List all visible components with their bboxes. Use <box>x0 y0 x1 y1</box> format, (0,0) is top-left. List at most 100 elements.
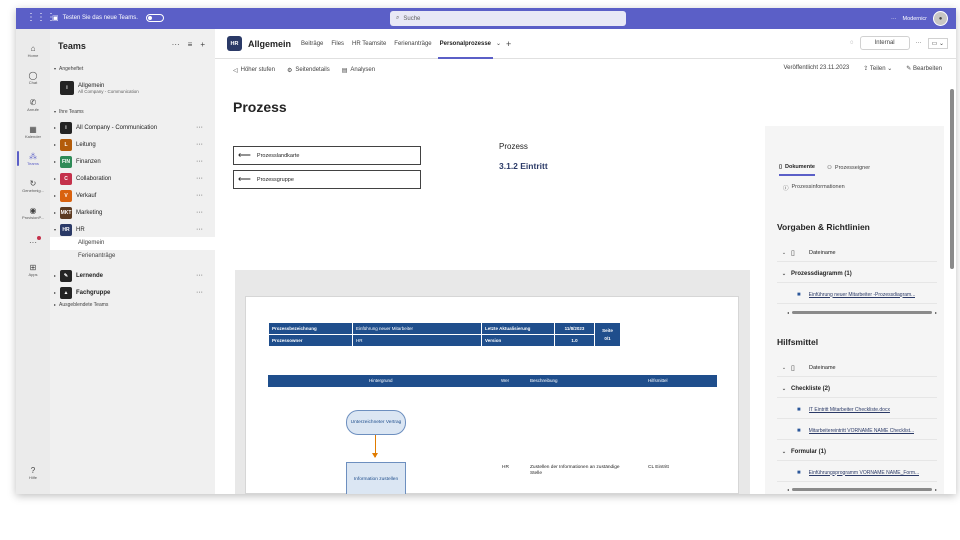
team-tile: C <box>60 172 72 185</box>
more-options-icon[interactable]: ··· <box>196 226 203 233</box>
published-date: Veröffentlicht 23.11.2023 <box>783 65 850 71</box>
chevron-right-icon: ▸ <box>53 125 56 130</box>
edit-button[interactable]: ✎ Bearbeiten <box>906 65 942 72</box>
add-icon[interactable]: + <box>200 40 205 49</box>
more-options-icon[interactable]: ··· <box>196 209 203 216</box>
more-options-icon[interactable]: ··· <box>196 272 203 279</box>
rail-item-anrufe[interactable]: ✆ Anrufe <box>16 91 50 118</box>
tab-process-owner[interactable]: ⚇ Prozesseigner <box>827 164 870 176</box>
more-options-icon[interactable]: ··· <box>196 124 203 131</box>
avatar[interactable]: ● <box>933 11 948 26</box>
rail-item-home[interactable]: ⌂ Home <box>16 37 50 64</box>
team-item[interactable]: ▸ ▲ Fachgruppe ··· <box>50 284 215 301</box>
teams-window: ⋮⋮⋮ ▣ Testen Sie das neue Teams. ⌕ Suche… <box>16 8 956 494</box>
column-header-row[interactable]: ⌄ ▯ Dateiname <box>777 359 937 377</box>
file-row[interactable]: ■ Einführungsprogramm VORNAME NAME_Form..… <box>777 464 937 482</box>
vertical-scrollbar[interactable] <box>950 89 954 269</box>
pinned-section-header[interactable]: ▾ Angeheftet <box>54 66 83 72</box>
column-header-row[interactable]: ⌄ ▯ Dateiname <box>777 244 937 262</box>
add-tab-icon[interactable]: + <box>502 29 515 59</box>
step-description: Zustellen der Informationen an zuständig… <box>530 465 620 476</box>
rail-item-provisionpoint[interactable]: ◉ ProvisionP... <box>16 199 50 226</box>
chevron-down-icon: ⌄ <box>781 385 787 392</box>
tab-hr-teamsite[interactable]: HR Teamsite <box>348 29 390 59</box>
chevron-down-icon: ▾ <box>54 109 57 114</box>
column-header: Hintergrund <box>369 378 393 383</box>
promote-button[interactable]: ◁ Höher stufen <box>233 67 275 74</box>
word-file-icon: ■ <box>797 406 801 413</box>
pinned-channel-team: All Company - Communication <box>78 88 139 94</box>
tab-documents[interactable]: ▯ Dokumente <box>779 164 815 176</box>
analytics-button[interactable]: ▤ Analysen <box>342 67 375 74</box>
team-item[interactable]: ▸ i All Company - Communication ··· <box>50 119 215 136</box>
chevron-left-icon: ◂ <box>787 309 790 315</box>
team-item[interactable]: ▸ L Leitung ··· <box>50 136 215 153</box>
tab-dropdown-icon[interactable]: ⌄ <box>495 29 502 59</box>
more-options-icon[interactable]: ··· <box>196 192 203 199</box>
app-launcher-icon[interactable]: ⋮⋮⋮ <box>26 13 56 23</box>
search-box[interactable]: ⌕ Suche <box>390 11 626 26</box>
tab-beitr-ge[interactable]: Beiträge <box>297 29 327 59</box>
meet-chat-icon[interactable]: ◌ <box>850 40 854 46</box>
chevron-down-icon: ⌄ <box>781 249 787 256</box>
horizontal-scrollbar[interactable]: ◂ ▸ <box>787 309 937 315</box>
file-row[interactable]: ■ Einführung neuer Mitarbeiter -Prozessdi… <box>777 286 937 304</box>
tab-process-info[interactable]: ⓘ Prozessinformationen <box>783 184 845 192</box>
document-viewer[interactable]: Prozessbezeichnung Einführung neuer Mita… <box>235 270 750 494</box>
rail-item-kalender[interactable]: ▦ Kalender <box>16 118 50 145</box>
word-file-icon: ■ <box>797 427 801 434</box>
document-page: Prozessbezeichnung Einführung neuer Mita… <box>245 296 739 494</box>
home-icon: ⌂ <box>30 43 36 53</box>
your-teams-section-header[interactable]: ▾ Ihre Teams <box>54 109 84 115</box>
team-item[interactable]: ▾ HR HR ··· <box>50 221 215 238</box>
chevron-down-icon: ▾ <box>53 227 56 232</box>
group-row[interactable]: ⌄ Checkliste (2) <box>777 380 937 398</box>
team-item[interactable]: ▸ MKT Marketing ··· <box>50 204 215 221</box>
more-options-icon[interactable]: ··· <box>196 289 203 296</box>
search-placeholder: Suche <box>403 15 421 22</box>
settings-more-button[interactable]: ··· <box>891 16 897 22</box>
pencil-icon: ✎ <box>906 66 913 72</box>
more-options-icon[interactable]: ··· <box>916 40 922 46</box>
filter-icon[interactable]: ≡ <box>188 40 193 49</box>
more-options-icon[interactable]: ··· <box>196 141 203 148</box>
more-options-icon[interactable]: ··· <box>172 40 180 49</box>
rail-item-genehmig[interactable]: ↻ Genehmig... <box>16 172 50 199</box>
chevron-right-icon: ▸ <box>53 159 56 164</box>
share-button[interactable]: ⇪ Teilen ⌄ <box>863 65 892 72</box>
group-row[interactable]: ⌄ Prozessdiagramm (1) <box>777 265 937 283</box>
hidden-teams-section-header[interactable]: ▸ Ausgeblendete Teams <box>54 302 108 308</box>
file-row[interactable]: ■ IT Eintritt Mitarbeiter Checkliste.docx <box>777 401 937 419</box>
rail-item-chat[interactable]: ◯ Chat <box>16 64 50 91</box>
org-name: Modernicr <box>902 15 927 22</box>
rail-label: Teams <box>27 160 39 166</box>
channel-item[interactable]: Ferienanträge <box>50 250 215 263</box>
team-item[interactable]: ▸ FIN Finanzen ··· <box>50 153 215 170</box>
process-group-button[interactable]: ⟵ Prozessgruppe <box>233 170 421 189</box>
rail-item-more[interactable]: ··· <box>16 229 50 256</box>
tab-files[interactable]: Files <box>327 29 348 59</box>
rail-item-help[interactable]: ? Hilfe <box>16 459 50 486</box>
team-item[interactable]: ▸ ✎ Lernende ··· <box>50 267 215 284</box>
team-item[interactable]: ▸ C Collaboration ··· <box>50 170 215 187</box>
new-teams-toggle[interactable] <box>145 14 164 22</box>
pinned-channel-allgemein[interactable]: i Allgemein All Company - Communication <box>50 76 215 100</box>
page-number-cell: Seite 0/1 <box>594 322 621 347</box>
rail-item-teams[interactable]: ⁂ Teams <box>16 145 50 172</box>
process-map-button[interactable]: ⟵ Prozesslandkarte <box>233 146 421 165</box>
rail-label: Chat <box>28 79 38 85</box>
rail-item-apps[interactable]: ⊞ Apps <box>16 256 50 283</box>
tab-ferienantr-ge[interactable]: Ferienanträge <box>390 29 435 59</box>
team-name: All Company - Communication <box>76 124 158 131</box>
video-call-icon[interactable]: ▭ ⌄ <box>927 37 948 49</box>
internal-button[interactable]: Internal <box>859 36 910 50</box>
channel-item[interactable]: Allgemein <box>50 237 215 250</box>
file-row[interactable]: ■ Mitarbeitereintritt VORNAME NAME Checkl… <box>777 422 937 440</box>
team-item[interactable]: ▸ V Verkauf ··· <box>50 187 215 204</box>
tab-personalprozesse[interactable]: Personalprozesse <box>436 29 495 59</box>
more-options-icon[interactable]: ··· <box>196 158 203 165</box>
horizontal-scrollbar[interactable]: ◂ ▸ <box>787 487 937 492</box>
more-options-icon[interactable]: ··· <box>196 175 203 182</box>
group-row[interactable]: ⌄ Formular (1) <box>777 443 937 461</box>
page-details-button[interactable]: ⚙ Seitendetails <box>287 67 330 74</box>
